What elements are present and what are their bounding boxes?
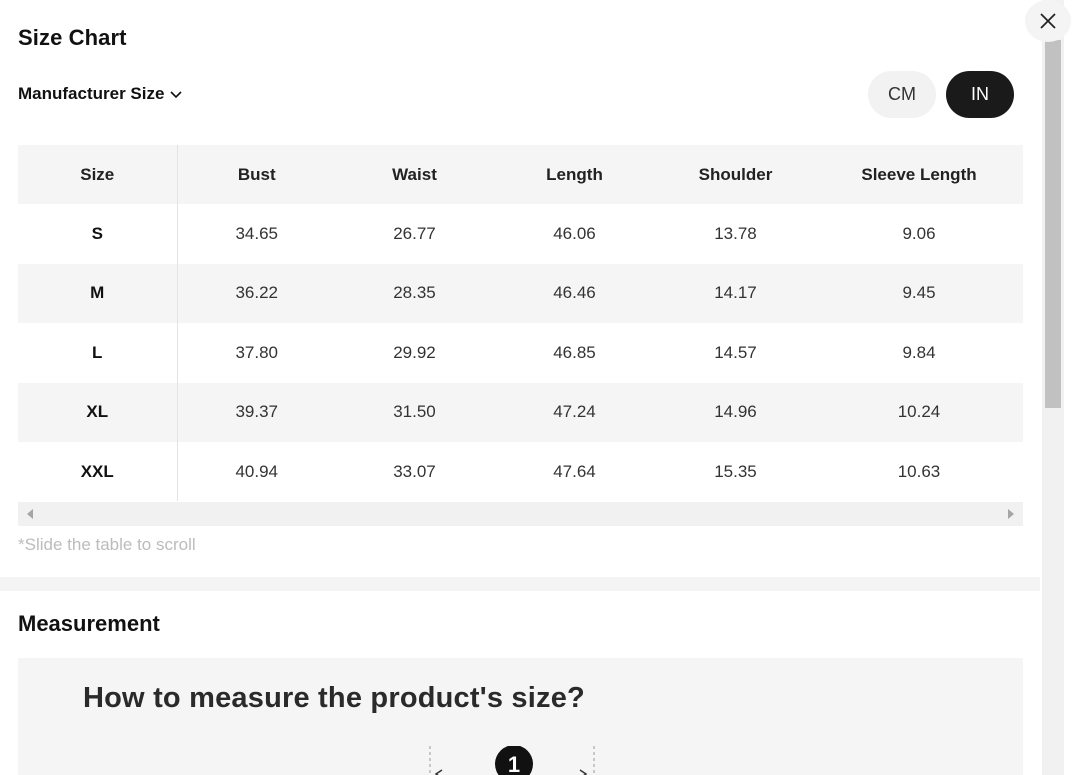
sleeve-length-cell: 10.63 bbox=[897, 461, 941, 481]
unit-cm-button[interactable]: CM bbox=[868, 71, 936, 118]
section-divider bbox=[0, 577, 1040, 591]
bust-cell: 40.94 bbox=[235, 461, 279, 481]
vertical-scrollbar[interactable] bbox=[1042, 0, 1064, 775]
scroll-right-arrow-icon[interactable] bbox=[1008, 509, 1014, 519]
bust-cell: 34.65 bbox=[235, 224, 279, 244]
step-badge-number: 1 bbox=[508, 752, 520, 775]
column-header-waist: Waist bbox=[336, 145, 493, 205]
table-row: L 37.80 29.92 46.85 14.57 9.84 bbox=[18, 323, 1023, 383]
size-cell: XL bbox=[18, 382, 178, 442]
length-cell: 46.85 bbox=[553, 342, 596, 362]
table-horizontal-scrollbar[interactable] bbox=[18, 502, 1023, 526]
bust-cell: 36.22 bbox=[177, 263, 336, 324]
size-cell: L bbox=[18, 323, 178, 383]
waist-cell: 28.35 bbox=[336, 263, 493, 324]
table-row: M 36.22 28.35 46.46 14.17 9.45 bbox=[18, 263, 1023, 324]
length-cell: 47.64 bbox=[553, 461, 596, 481]
manufacturer-size-label: Manufacturer Size bbox=[18, 84, 165, 103]
shoulder-cell: 14.96 bbox=[656, 382, 815, 442]
table-row: XL 39.37 31.50 47.24 14.96 10.24 bbox=[18, 382, 1023, 442]
bust-cell: 37.80 bbox=[235, 342, 279, 362]
manufacturer-size-dropdown[interactable]: Manufacturer Size bbox=[18, 84, 183, 104]
unit-toggle: CM IN bbox=[868, 71, 1014, 118]
measurement-title: Measurement bbox=[18, 611, 160, 636]
length-cell: 47.24 bbox=[493, 382, 656, 442]
column-header-sleeve-length: Sleeve Length bbox=[815, 145, 1023, 205]
sleeve-length-cell: 10.24 bbox=[815, 382, 1023, 442]
size-cell: S bbox=[18, 204, 178, 264]
length-cell: 46.46 bbox=[493, 263, 656, 324]
size-table-container[interactable]: Size Bust Waist Length Shoulder Sleeve L… bbox=[18, 145, 1023, 502]
column-header-shoulder: Shoulder bbox=[656, 145, 815, 205]
shoulder-cell: 14.57 bbox=[714, 342, 757, 362]
waist-cell: 29.92 bbox=[393, 342, 436, 362]
size-chart-panel: Size Chart Manufacturer Size CM IN Size … bbox=[0, 0, 1040, 775]
measurement-heading: How to measure the product's size? bbox=[83, 682, 585, 714]
table-header-row: Size Bust Waist Length Shoulder Sleeve L… bbox=[18, 145, 1023, 205]
table-row: S 34.65 26.77 46.06 13.78 9.06 bbox=[18, 204, 1023, 264]
length-cell: 46.06 bbox=[553, 224, 596, 244]
bust-cell: 39.37 bbox=[177, 382, 336, 442]
scroll-hint: *Slide the table to scroll bbox=[18, 535, 196, 554]
measurement-illustration: 1 bbox=[429, 746, 595, 775]
unit-in-button[interactable]: IN bbox=[946, 71, 1014, 118]
size-table: Size Bust Waist Length Shoulder Sleeve L… bbox=[18, 145, 1023, 502]
waist-cell: 31.50 bbox=[336, 382, 493, 442]
shoulder-cell: 14.17 bbox=[656, 263, 815, 324]
scroll-left-arrow-icon[interactable] bbox=[27, 509, 33, 519]
table-row: XXL 40.94 33.07 47.64 15.35 10.63 bbox=[18, 441, 1023, 502]
column-header-length: Length bbox=[493, 145, 656, 205]
measurement-guide: How to measure the product's size? 1 bbox=[18, 658, 1023, 775]
vertical-scrollbar-thumb[interactable] bbox=[1045, 40, 1061, 408]
sleeve-length-cell: 9.06 bbox=[902, 224, 936, 244]
page-title: Size Chart bbox=[18, 25, 127, 50]
waist-cell: 33.07 bbox=[393, 461, 436, 481]
waist-cell: 26.77 bbox=[393, 224, 436, 244]
size-cell: XXL bbox=[18, 441, 178, 502]
sleeve-length-cell: 9.45 bbox=[815, 263, 1023, 324]
close-button[interactable] bbox=[1025, 0, 1071, 42]
column-header-size: Size bbox=[18, 145, 178, 205]
column-header-bust: Bust bbox=[177, 145, 336, 205]
shoulder-cell: 15.35 bbox=[714, 461, 757, 481]
shoulder-cell: 13.78 bbox=[714, 224, 757, 244]
chevron-down-icon bbox=[170, 91, 183, 99]
size-cell: M bbox=[18, 263, 178, 324]
close-icon bbox=[1040, 13, 1056, 29]
sleeve-length-cell: 9.84 bbox=[902, 342, 936, 362]
